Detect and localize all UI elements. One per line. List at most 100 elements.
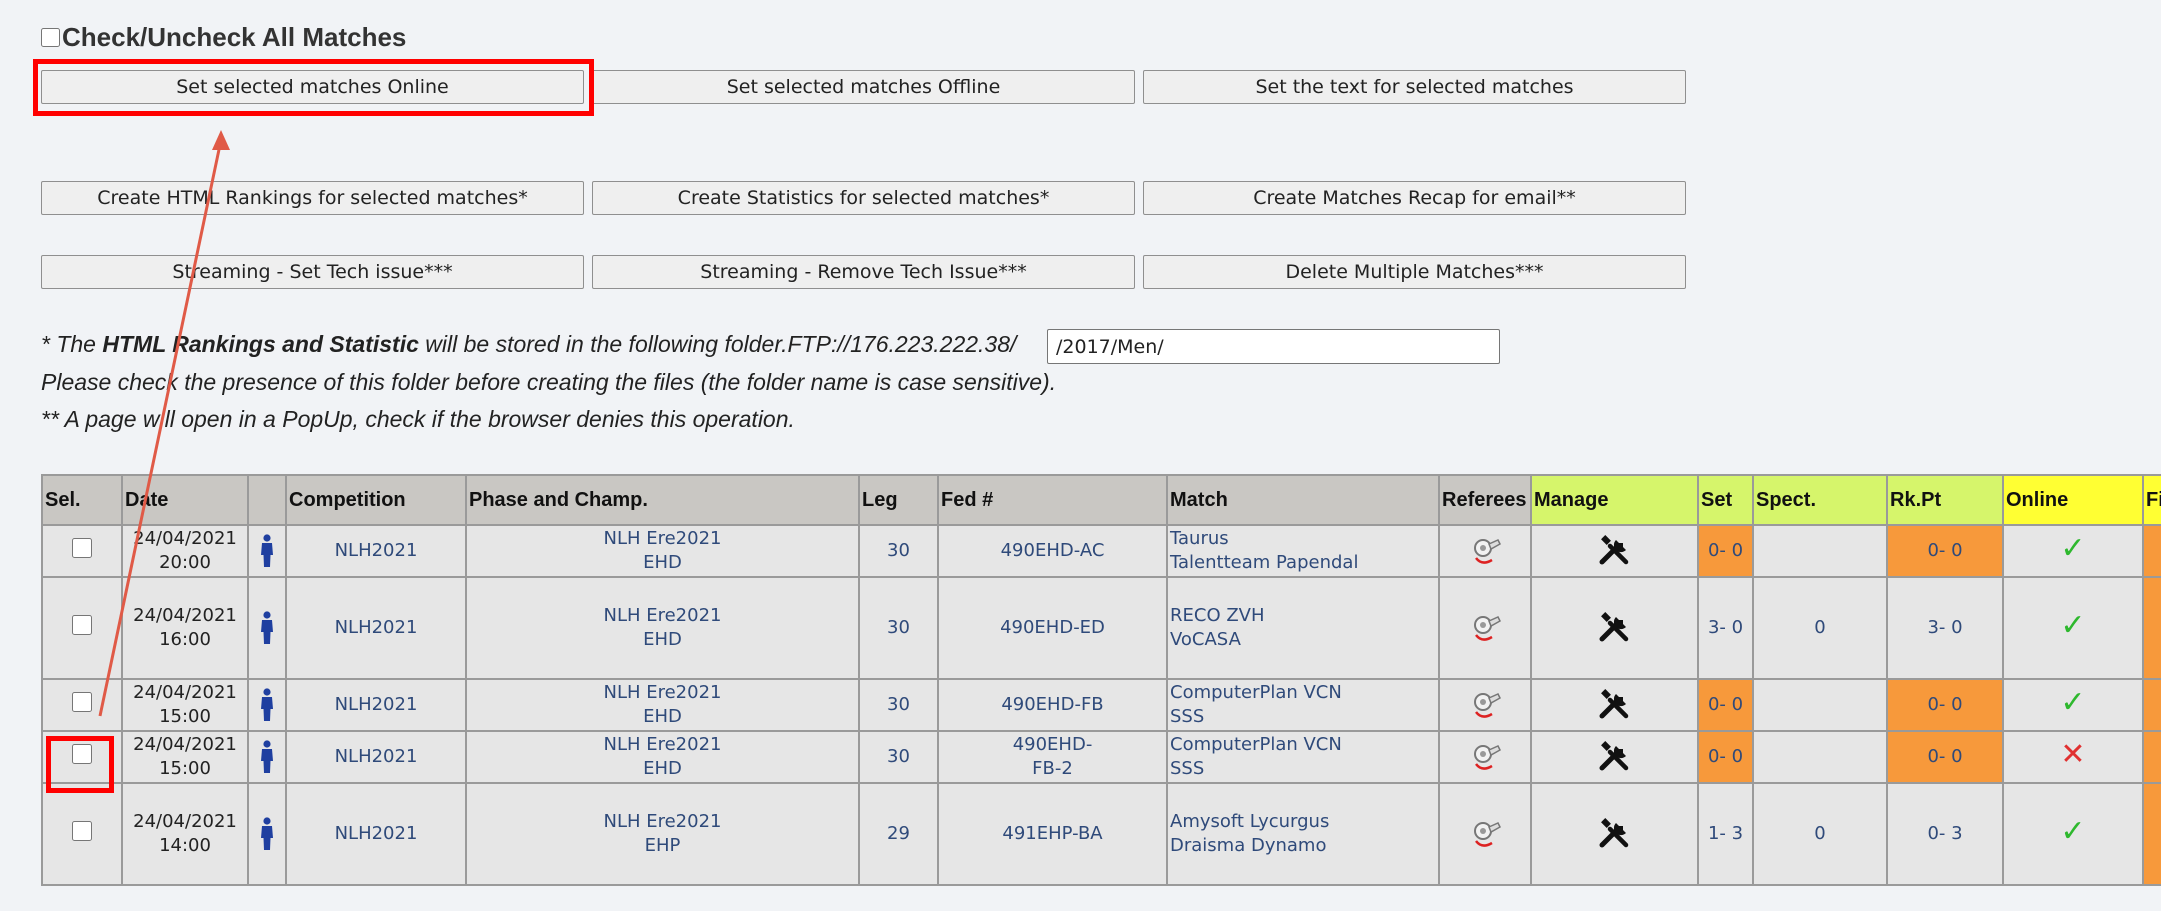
row-team-away[interactable]: Talentteam Papendal	[1170, 552, 1358, 573]
row-select-checkbox[interactable]	[72, 820, 92, 841]
wrench-screwdriver-icon[interactable]	[1598, 611, 1632, 645]
check-all-matches[interactable]: Check/Uncheck All Matches	[41, 22, 406, 53]
row-manage[interactable]	[1530, 678, 1699, 732]
row-time-value: 14:00	[159, 835, 211, 856]
row-fi	[2142, 678, 2161, 732]
whistle-icon[interactable]	[1468, 817, 1502, 851]
row-referees[interactable]	[1438, 730, 1532, 784]
row-manage[interactable]	[1530, 576, 1699, 680]
row-date-value: 24/04/2021	[133, 734, 237, 755]
whistle-icon[interactable]	[1468, 611, 1502, 645]
row-person-cell[interactable]	[247, 524, 287, 578]
check-icon[interactable]: ✓	[2060, 608, 2085, 643]
row-fed: 491EHP-BA	[937, 782, 1168, 886]
row-team-away[interactable]: Draisma Dynamo	[1170, 835, 1326, 856]
row-select-checkbox[interactable]	[72, 691, 92, 712]
row-team-home[interactable]: Taurus	[1170, 528, 1229, 549]
wrench-screwdriver-icon[interactable]	[1598, 688, 1632, 722]
row-fed: 490EHD- FB-2	[937, 730, 1168, 784]
check-all-checkbox[interactable]	[41, 28, 60, 47]
set-offline-button[interactable]: Set selected matches Offline	[592, 70, 1135, 104]
whistle-icon[interactable]	[1468, 688, 1502, 722]
table-row: 24/04/2021 15:00 NLH2021 NLH Ere2021 EHD 30 49…	[41, 730, 2161, 784]
row-fed-value: 491EHP-BA	[1002, 823, 1103, 844]
set-text-button[interactable]: Set the text for selected matches	[1143, 70, 1686, 104]
row-online[interactable]: ✓	[2002, 782, 2144, 886]
row-select-checkbox[interactable]	[72, 743, 92, 764]
set-tech-issue-button[interactable]: Streaming - Set Tech issue***	[41, 255, 584, 289]
row-manage[interactable]	[1530, 524, 1699, 578]
table-row: 24/04/2021 16:00 NLH2021 NLH Ere2021 EHD 30 49…	[41, 576, 2161, 680]
row-select-cell	[41, 730, 123, 784]
row-date: 24/04/2021 14:00	[121, 782, 249, 886]
header-fi: Fi	[2142, 474, 2161, 526]
row-time-value: 20:00	[159, 552, 211, 573]
header-date: Date	[121, 474, 249, 526]
row-phase: NLH Ere2021 EHD	[465, 678, 860, 732]
check-icon[interactable]: ✓	[2060, 814, 2085, 849]
row-fed: 490EHD-ED	[937, 576, 1168, 680]
row-referees[interactable]	[1438, 576, 1532, 680]
row-date-value: 24/04/2021	[133, 605, 237, 626]
table-header-row: Sel. Date Competition Phase and Champ. L…	[41, 474, 2161, 526]
wrench-screwdriver-icon[interactable]	[1598, 817, 1632, 851]
row-team-home[interactable]: ComputerPlan VCN	[1170, 682, 1342, 703]
row-fi	[2142, 730, 2161, 784]
row-team-away[interactable]: SSS	[1170, 706, 1204, 727]
row-referees[interactable]	[1438, 782, 1532, 886]
table-row: 24/04/2021 14:00 NLH2021 NLH Ere2021 EHP 29 49…	[41, 782, 2161, 886]
row-set: 0- 0	[1697, 524, 1754, 578]
whistle-icon[interactable]	[1468, 534, 1502, 568]
row-select-checkbox[interactable]	[72, 537, 92, 558]
row-rkpt: 0- 3	[1886, 782, 2004, 886]
row-match[interactable]: ComputerPlan VCN SSS	[1166, 678, 1440, 732]
row-online[interactable]: ✕	[2002, 730, 2144, 784]
row-team-away[interactable]: SSS	[1170, 758, 1204, 779]
whistle-icon[interactable]	[1468, 740, 1502, 774]
wrench-screwdriver-icon[interactable]	[1598, 534, 1632, 568]
check-icon[interactable]: ✓	[2060, 531, 2085, 566]
wrench-screwdriver-icon[interactable]	[1598, 740, 1632, 774]
row-match[interactable]: ComputerPlan VCN SSS	[1166, 730, 1440, 784]
delete-multiple-button[interactable]: Delete Multiple Matches***	[1143, 255, 1686, 289]
row-match[interactable]: Taurus Talentteam Papendal	[1166, 524, 1440, 578]
row-team-home[interactable]: RECO ZVH	[1170, 605, 1265, 626]
create-html-rankings-button[interactable]: Create HTML Rankings for selected matche…	[41, 181, 584, 215]
row-spect	[1752, 678, 1888, 732]
row-rkpt: 3- 0	[1886, 576, 2004, 680]
row-manage[interactable]	[1530, 730, 1699, 784]
table-body: 24/04/2021 20:00 NLH2021 NLH Ere2021 EHD 30 49…	[41, 524, 2161, 886]
row-online[interactable]: ✓	[2002, 678, 2144, 732]
set-online-button[interactable]: Set selected matches Online	[41, 70, 584, 104]
create-statistics-button[interactable]: Create Statistics for selected matches*	[592, 181, 1135, 215]
row-person-cell[interactable]	[247, 576, 287, 680]
row-online[interactable]: ✓	[2002, 576, 2144, 680]
row-competition: NLH2021	[285, 678, 467, 732]
folder-input[interactable]	[1047, 329, 1500, 364]
check-icon[interactable]: ✓	[2060, 685, 2085, 720]
row-competition: NLH2021	[285, 524, 467, 578]
header-manage: Manage	[1530, 474, 1699, 526]
row-team-away[interactable]: VoCASA	[1170, 629, 1241, 650]
row-match[interactable]: RECO ZVH VoCASA	[1166, 576, 1440, 680]
row-match[interactable]: Amysoft Lycurgus Draisma Dynamo	[1166, 782, 1440, 886]
cross-icon[interactable]: ✕	[2060, 737, 2085, 772]
row-person-cell[interactable]	[247, 678, 287, 732]
row-person-cell[interactable]	[247, 730, 287, 784]
create-recap-button[interactable]: Create Matches Recap for email**	[1143, 181, 1686, 215]
row-team-home[interactable]: ComputerPlan VCN	[1170, 734, 1342, 755]
remove-tech-issue-button[interactable]: Streaming - Remove Tech Issue***	[592, 255, 1135, 289]
row-referees[interactable]	[1438, 678, 1532, 732]
row-date: 24/04/2021 20:00	[121, 524, 249, 578]
row-phase-code: EHP	[644, 835, 681, 856]
header-leg: Leg	[858, 474, 939, 526]
row-referees[interactable]	[1438, 524, 1532, 578]
row-team-home[interactable]: Amysoft Lycurgus	[1170, 811, 1329, 832]
row-manage[interactable]	[1530, 782, 1699, 886]
row-phase: NLH Ere2021 EHD	[465, 730, 860, 784]
row-person-cell[interactable]	[247, 782, 287, 886]
row-select-checkbox[interactable]	[72, 614, 92, 635]
folder-check-note: Please check the presence of this folder…	[41, 369, 1057, 395]
row-phase: NLH Ere2021 EHD	[465, 524, 860, 578]
row-online[interactable]: ✓	[2002, 524, 2144, 578]
